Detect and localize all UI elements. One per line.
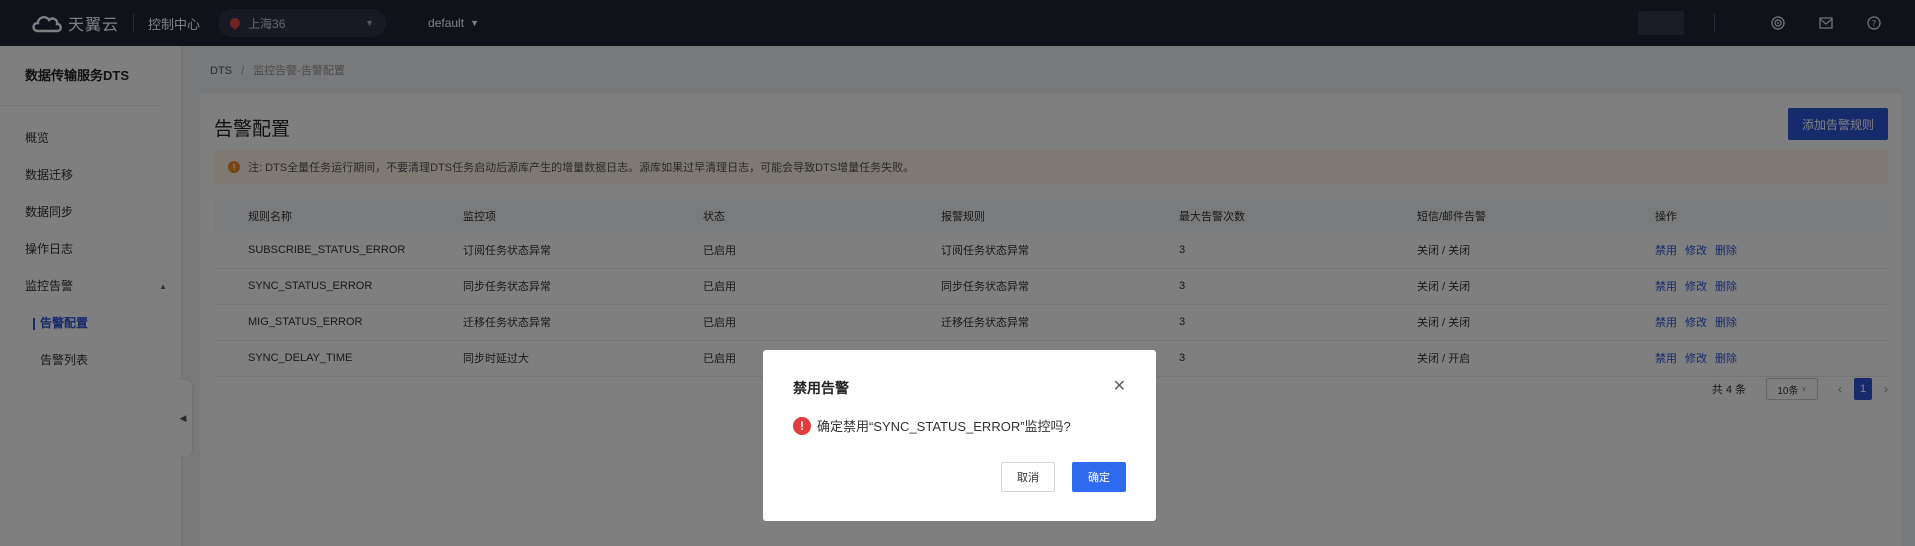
confirm-button[interactable]: 确定 bbox=[1072, 462, 1126, 492]
disable-alert-dialog: 禁用告警 ✕ ! 确定禁用“SYNC_STATUS_ERROR”监控吗? 取消 … bbox=[763, 350, 1156, 521]
dialog-message: ! 确定禁用“SYNC_STATUS_ERROR”监控吗? bbox=[793, 416, 1071, 435]
close-icon[interactable]: ✕ bbox=[1113, 376, 1126, 396]
cancel-button[interactable]: 取消 bbox=[1001, 462, 1055, 492]
error-icon: ! bbox=[793, 416, 811, 435]
dialog-message-text: 确定禁用“SYNC_STATUS_ERROR”监控吗? bbox=[817, 419, 1071, 434]
dialog-title: 禁用告警 bbox=[793, 380, 849, 396]
